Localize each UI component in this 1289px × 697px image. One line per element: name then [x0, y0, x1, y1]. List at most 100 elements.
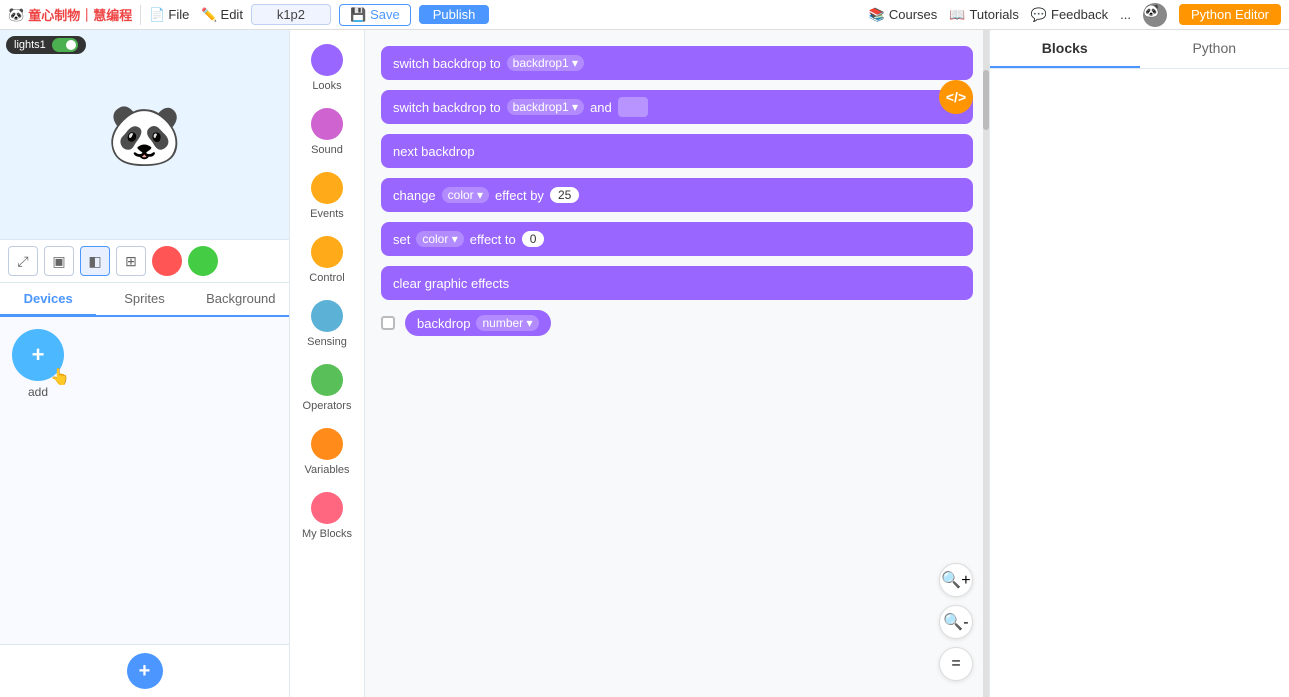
file-menu[interactable]: 📄 File: [149, 7, 189, 23]
python-editor-button[interactable]: Python Editor: [1179, 4, 1281, 25]
effect-type-dropdown[interactable]: color ▾: [442, 187, 489, 203]
feedback-icon: 💬: [1031, 7, 1047, 23]
block-change-color-effect[interactable]: change color ▾ effect by 25: [381, 178, 973, 212]
left-panel: lights1 🐼 ⤢ ▣ ◧ ⊞ Devices Sprites Backgr…: [0, 30, 290, 697]
stop-btn[interactable]: [152, 246, 182, 276]
right-tabs: Blocks Python: [990, 30, 1289, 69]
backdrop-dropdown2[interactable]: backdrop1 ▾: [507, 99, 584, 115]
save-button[interactable]: 💾 Save: [339, 4, 411, 26]
variables-label: Variables: [304, 464, 349, 476]
divider1: [140, 5, 141, 25]
block-switch-backdrop1[interactable]: switch backdrop to backdrop1 ▾: [381, 46, 973, 80]
zoom-controls: 🔍+ 🔍- =: [939, 563, 973, 681]
blocks-panel: Looks Sound Events Control Sensing Opera…: [290, 30, 365, 697]
courses-icon: 📚: [869, 7, 885, 23]
zoom-in-btn[interactable]: 🔍+: [939, 563, 973, 597]
right-panel: Blocks Python: [989, 30, 1289, 697]
category-variables[interactable]: Variables: [304, 422, 349, 482]
variables-circle: [311, 428, 343, 460]
code-editor-toggle[interactable]: </>: [939, 80, 973, 114]
effect-value[interactable]: 25: [550, 187, 579, 203]
code-blocks: switch backdrop to backdrop1 ▾ switch ba…: [365, 30, 989, 352]
stage-lights[interactable]: lights1: [6, 36, 86, 54]
block-effect-by: effect by: [495, 188, 544, 203]
stage-toolbar: ⤢ ▣ ◧ ⊞: [0, 240, 289, 283]
save-icon: 💾: [350, 7, 366, 23]
backdrop-text: backdrop: [417, 316, 470, 331]
publish-button[interactable]: Publish: [419, 5, 490, 24]
block-next-backdrop[interactable]: next backdrop: [381, 134, 973, 168]
tab-devices[interactable]: Devices: [0, 283, 96, 317]
tab-background[interactable]: Background: [193, 283, 289, 317]
looks-circle: [311, 44, 343, 76]
topbar: 🐼 童心制物｜慧编程 📄 File ✏️ Edit k1p2 💾 Save Pu…: [0, 0, 1289, 30]
code-area: switch backdrop to backdrop1 ▾ switch ba…: [365, 30, 989, 697]
tab-python[interactable]: Python: [1140, 30, 1289, 68]
block-text: switch backdrop to: [393, 56, 501, 71]
add-device-container: + 👆 add: [12, 329, 64, 399]
sensing-label: Sensing: [307, 336, 347, 348]
backdrop-number-dropdown[interactable]: number ▾: [476, 315, 538, 331]
grid-view-btn[interactable]: ⊞: [116, 246, 146, 276]
set-effect-value[interactable]: 0: [522, 231, 545, 247]
category-control[interactable]: Control: [309, 230, 344, 290]
events-label: Events: [310, 208, 344, 220]
block-text3: next backdrop: [393, 144, 475, 159]
feedback-link[interactable]: 💬 Feedback: [1031, 7, 1108, 23]
normal-view-btn[interactable]: ▣: [44, 246, 74, 276]
fullscreen-btn[interactable]: ⤢: [8, 246, 38, 276]
control-circle: [311, 236, 343, 268]
sound-circle: [311, 108, 343, 140]
sensing-circle: [311, 300, 343, 332]
looks-label: Looks: [312, 80, 341, 92]
project-name[interactable]: k1p2: [251, 4, 331, 25]
user-avatar[interactable]: 🐼: [1143, 3, 1167, 27]
bottom-toolbar: +: [0, 644, 289, 697]
lights-toggle[interactable]: [52, 38, 78, 52]
my-blocks-label: My Blocks: [302, 528, 352, 540]
add-bottom-button[interactable]: +: [127, 653, 163, 689]
tutorials-link[interactable]: 📖 Tutorials: [949, 7, 1019, 23]
scrollbar-thumb[interactable]: [983, 70, 989, 130]
zoom-out-btn[interactable]: 🔍-: [939, 605, 973, 639]
zoom-fit-btn[interactable]: =: [939, 647, 973, 681]
category-looks[interactable]: Looks: [311, 38, 343, 98]
category-events[interactable]: Events: [310, 166, 344, 226]
tab-sprites[interactable]: Sprites: [96, 283, 192, 317]
block-clear-graphic-effects[interactable]: clear graphic effects: [381, 266, 973, 300]
left-tabs: Devices Sprites Background: [0, 283, 289, 317]
block-change: change: [393, 188, 436, 203]
sound-label: Sound: [311, 144, 343, 156]
block-and: and: [590, 100, 612, 115]
more-button[interactable]: ...: [1120, 7, 1131, 22]
devices-area: + 👆 add: [0, 317, 289, 644]
block-wait-area: [618, 97, 648, 117]
category-sound[interactable]: Sound: [311, 102, 343, 162]
backdrop-number-checkbox[interactable]: [381, 316, 395, 330]
code-editor-icon: </>: [946, 89, 966, 105]
block-set: set: [393, 232, 410, 247]
lights-label: lights1: [14, 39, 46, 51]
backdrop-dropdown1[interactable]: backdrop1 ▾: [507, 55, 584, 71]
category-operators[interactable]: Operators: [303, 358, 352, 418]
file-icon: 📄: [149, 7, 165, 23]
block-switch-backdrop2[interactable]: switch backdrop to backdrop1 ▾ and: [381, 90, 973, 124]
category-my-blocks[interactable]: My Blocks: [302, 486, 352, 546]
events-circle: [311, 172, 343, 204]
logo: 🐼 童心制物｜慧编程: [8, 5, 132, 24]
edit-menu[interactable]: ✏️ Edit: [201, 7, 243, 23]
right-content: [990, 69, 1289, 697]
split-view-btn[interactable]: ◧: [80, 246, 110, 276]
block-set-color-effect[interactable]: set color ▾ effect to 0: [381, 222, 973, 256]
my-blocks-circle: [311, 492, 343, 524]
plus-icon: +: [32, 342, 45, 368]
set-effect-type-dropdown[interactable]: color ▾: [416, 231, 463, 247]
tab-blocks[interactable]: Blocks: [990, 30, 1140, 68]
add-device-button[interactable]: + 👆: [12, 329, 64, 381]
main-layout: lights1 🐼 ⤢ ▣ ◧ ⊞ Devices Sprites Backgr…: [0, 30, 1289, 697]
category-sensing[interactable]: Sensing: [307, 294, 347, 354]
courses-link[interactable]: 📚 Courses: [869, 7, 938, 23]
run-btn[interactable]: [188, 246, 218, 276]
topbar-right: 📚 Courses 📖 Tutorials 💬 Feedback ... 🐼 P…: [869, 3, 1281, 27]
block-backdrop-number[interactable]: backdrop number ▾: [405, 310, 551, 336]
